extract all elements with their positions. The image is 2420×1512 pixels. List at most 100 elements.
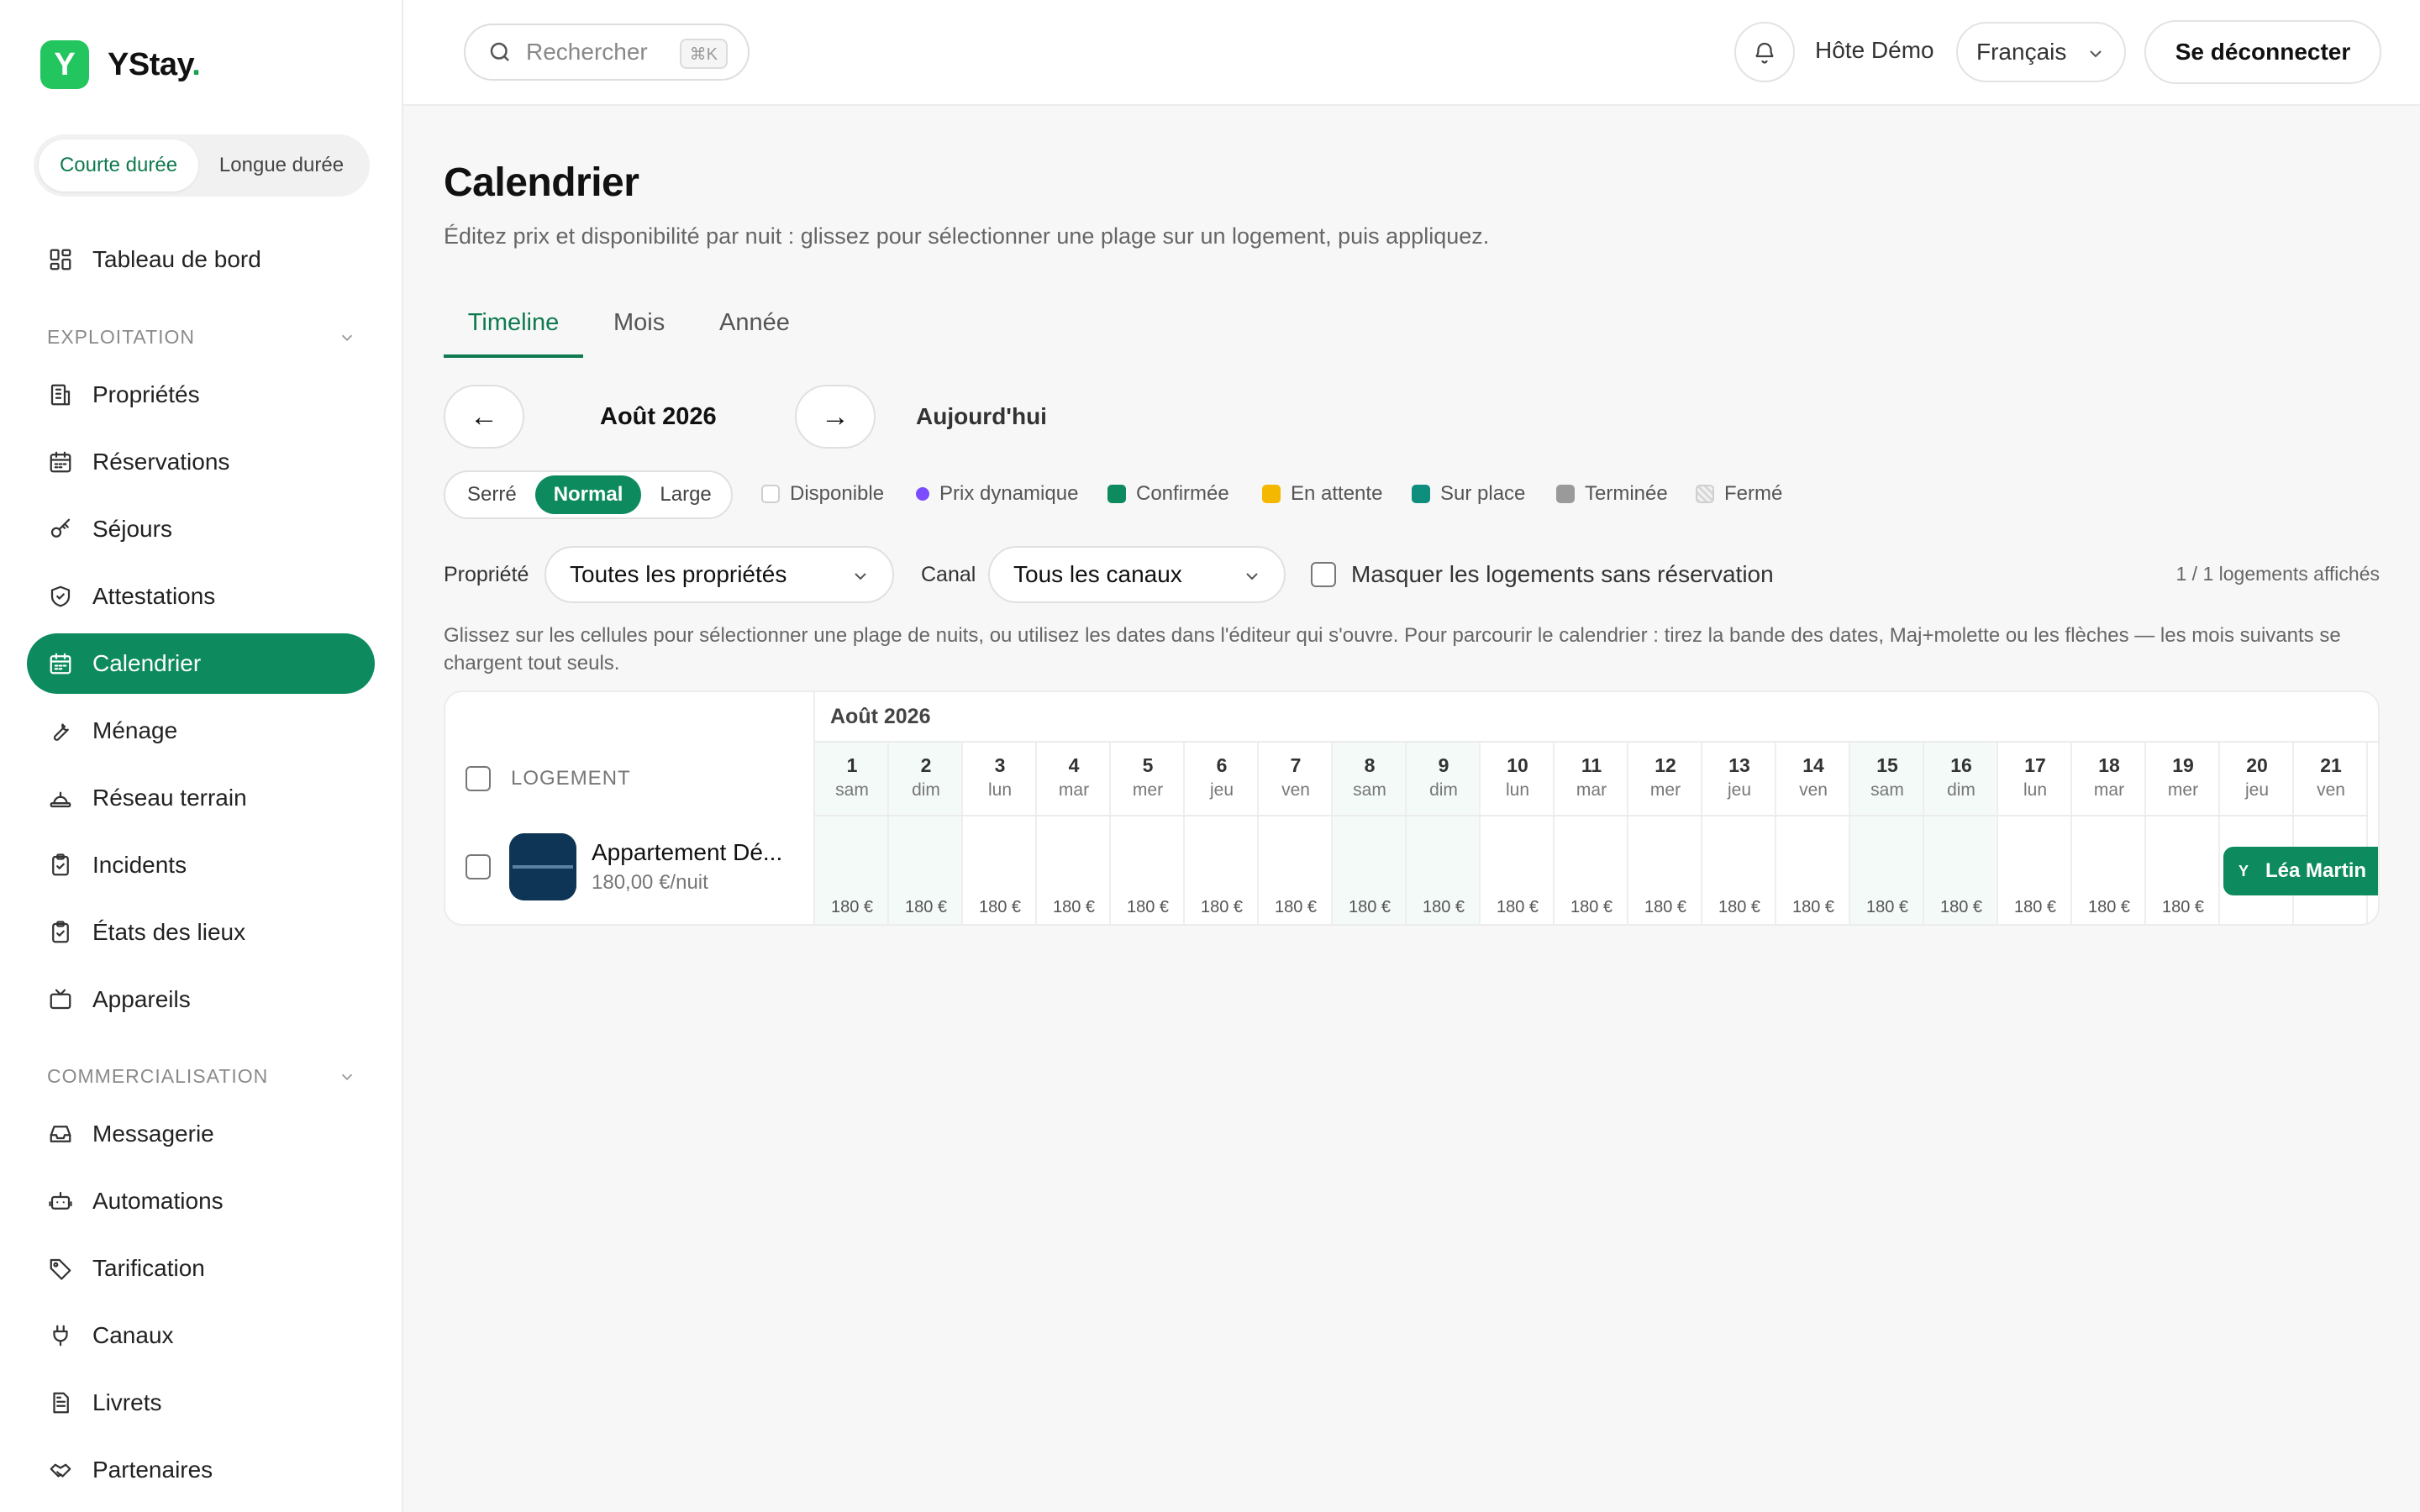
day-column[interactable]: 5 mer 180 €: [1111, 743, 1185, 924]
night-price[interactable]: 180 €: [2146, 898, 2220, 917]
sidebar-item-réseau-terrain[interactable]: Réseau terrain: [27, 768, 375, 828]
sidebar-item-livrets[interactable]: Livrets: [27, 1373, 375, 1433]
night-price[interactable]: 180 €: [1481, 898, 1555, 917]
day-column[interactable]: 7 ven 180 €: [1259, 743, 1333, 924]
notifications-button[interactable]: [1734, 22, 1795, 82]
night-price[interactable]: 180 €: [1850, 898, 1924, 917]
sidebar-item-messagerie[interactable]: Messagerie: [27, 1104, 375, 1164]
day-column[interactable]: 11 mar 180 €: [1555, 743, 1628, 924]
app-logo[interactable]: Y YStay.: [40, 40, 201, 89]
night-price[interactable]: 180 €: [1037, 898, 1111, 917]
logout-button[interactable]: Se déconnecter: [2144, 20, 2381, 84]
channel-select[interactable]: Tous les canaux: [988, 546, 1286, 603]
tab-mois[interactable]: Mois: [613, 294, 665, 358]
day-weekday: mer: [1649, 780, 1681, 800]
mode-short-term[interactable]: Courte durée: [39, 139, 198, 192]
night-price[interactable]: 180 €: [1555, 898, 1628, 917]
select-all-checkbox[interactable]: [466, 766, 491, 791]
night-price[interactable]: 180 €: [1776, 898, 1850, 917]
day-column[interactable]: 8 sam 180 €: [1333, 743, 1407, 924]
section-commercialisation[interactable]: COMMERCIALISATION: [47, 1065, 356, 1088]
sidebar-item-appareils[interactable]: Appareils: [27, 969, 375, 1030]
legend-label: Disponible: [790, 482, 885, 505]
night-price[interactable]: 180 €: [2072, 898, 2146, 917]
sidebar-item-partenaires[interactable]: Partenaires: [27, 1440, 375, 1500]
day-number: 8: [1364, 754, 1376, 776]
day-column[interactable]: 10 lun 180 €: [1481, 743, 1555, 924]
day-column[interactable]: 16 dim 180 €: [1924, 743, 1998, 924]
booking-bar[interactable]: Y Léa Martin: [2223, 847, 2378, 895]
sidebar-item-propriétés[interactable]: Propriétés: [27, 365, 375, 425]
night-price[interactable]: 180 €: [1924, 898, 1998, 917]
day-column[interactable]: 21 ven: [2294, 743, 2368, 924]
day-number: 6: [1216, 754, 1228, 776]
day-column[interactable]: 14 ven 180 €: [1776, 743, 1850, 924]
night-price[interactable]: 180 €: [963, 898, 1037, 917]
night-price[interactable]: 180 €: [889, 898, 963, 917]
sidebar-item-dashboard[interactable]: Tableau de bord: [27, 229, 375, 290]
month-band[interactable]: Août 2026: [815, 692, 2378, 743]
day-column[interactable]: 2 dim 180 €: [889, 743, 963, 924]
day-column[interactable]: 17 lun 180 €: [1998, 743, 2072, 924]
sidebar-item-états-des-lieux[interactable]: États des lieux: [27, 902, 375, 963]
sidebar-item-réservations[interactable]: Réservations: [27, 432, 375, 492]
sidebar-item-tarification[interactable]: Tarification: [27, 1238, 375, 1299]
today-button[interactable]: Aujourd'hui: [916, 403, 1047, 430]
night-price[interactable]: 180 €: [1407, 898, 1481, 917]
night-price[interactable]: 180 €: [1111, 898, 1185, 917]
day-column[interactable]: 12 mer 180 €: [1628, 743, 1702, 924]
plug-icon: [47, 1322, 74, 1349]
legend-swatch: [1696, 485, 1714, 503]
tab-annee[interactable]: Année: [719, 294, 790, 358]
sidebar-item-canaux[interactable]: Canaux: [27, 1305, 375, 1366]
day-weekday: dim: [1947, 780, 1975, 800]
search-input[interactable]: Rechercher ⌘K: [464, 24, 750, 81]
density-normal[interactable]: Normal: [534, 475, 642, 514]
day-header: 16 dim: [1924, 743, 1998, 816]
day-column[interactable]: 9 dim 180 €: [1407, 743, 1481, 924]
sidebar-item-incidents[interactable]: Incidents: [27, 835, 375, 895]
sidebar-item-ménage[interactable]: Ménage: [27, 701, 375, 761]
tab-timeline[interactable]: Timeline: [444, 294, 583, 358]
hide-empty-checkbox[interactable]: [1311, 562, 1336, 587]
sidebar-item-calendrier[interactable]: Calendrier: [27, 633, 375, 694]
day-column[interactable]: 15 sam 180 €: [1850, 743, 1924, 924]
day-column[interactable]: 18 mar 180 €: [2072, 743, 2146, 924]
sidebar-item-attestations[interactable]: Attestations: [27, 566, 375, 627]
property-select[interactable]: Toutes les propriétés: [544, 546, 894, 603]
day-column[interactable]: 6 jeu 180 €: [1185, 743, 1259, 924]
day-column[interactable]: 20 jeu: [2220, 743, 2294, 924]
timeline-grid[interactable]: Août 2026 1 sam 180 € 2 dim 180 € 3 lun 180 € 4 ma…: [815, 692, 2378, 924]
day-header: 19 mer: [2146, 743, 2220, 816]
day-column[interactable]: 3 lun 180 €: [963, 743, 1037, 924]
density-large[interactable]: Large: [641, 475, 729, 514]
night-price[interactable]: 180 €: [1259, 898, 1333, 917]
sidebar-item-automations[interactable]: Automations: [27, 1171, 375, 1231]
listing-thumbnail: [509, 833, 576, 900]
language-select[interactable]: Français: [1956, 22, 2126, 82]
night-price[interactable]: 180 €: [1185, 898, 1259, 917]
night-price[interactable]: 180 €: [815, 898, 889, 917]
day-column[interactable]: 19 mer 180 €: [2146, 743, 2220, 924]
legend-label: Confirmée: [1136, 482, 1229, 505]
listing-checkbox[interactable]: [466, 854, 491, 879]
density-serre[interactable]: Serré: [449, 475, 535, 514]
day-column[interactable]: 4 mar 180 €: [1037, 743, 1111, 924]
night-price[interactable]: 180 €: [1333, 898, 1407, 917]
section-exploitation[interactable]: EXPLOITATION: [47, 326, 356, 349]
day-number: 19: [2172, 754, 2194, 776]
sidebar-item-séjours[interactable]: Séjours: [27, 499, 375, 559]
listing-row[interactable]: Appartement Dé... 180,00 €/nuit: [466, 833, 782, 900]
mode-long-term[interactable]: Longue durée: [198, 139, 365, 192]
day-column[interactable]: 13 jeu 180 €: [1702, 743, 1776, 924]
night-price[interactable]: 180 €: [1702, 898, 1776, 917]
search-shortcut: ⌘K: [679, 39, 728, 69]
sidebar-item-label: Calendrier: [92, 650, 202, 676]
chevron-down-icon: [2090, 50, 2102, 58]
night-price[interactable]: 180 €: [1628, 898, 1702, 917]
day-column[interactable]: 1 sam 180 €: [815, 743, 889, 924]
clipboard-icon: [47, 919, 74, 946]
night-price[interactable]: 180 €: [1998, 898, 2072, 917]
prev-month-button[interactable]: ←: [444, 385, 524, 449]
next-month-button[interactable]: →: [795, 385, 876, 449]
